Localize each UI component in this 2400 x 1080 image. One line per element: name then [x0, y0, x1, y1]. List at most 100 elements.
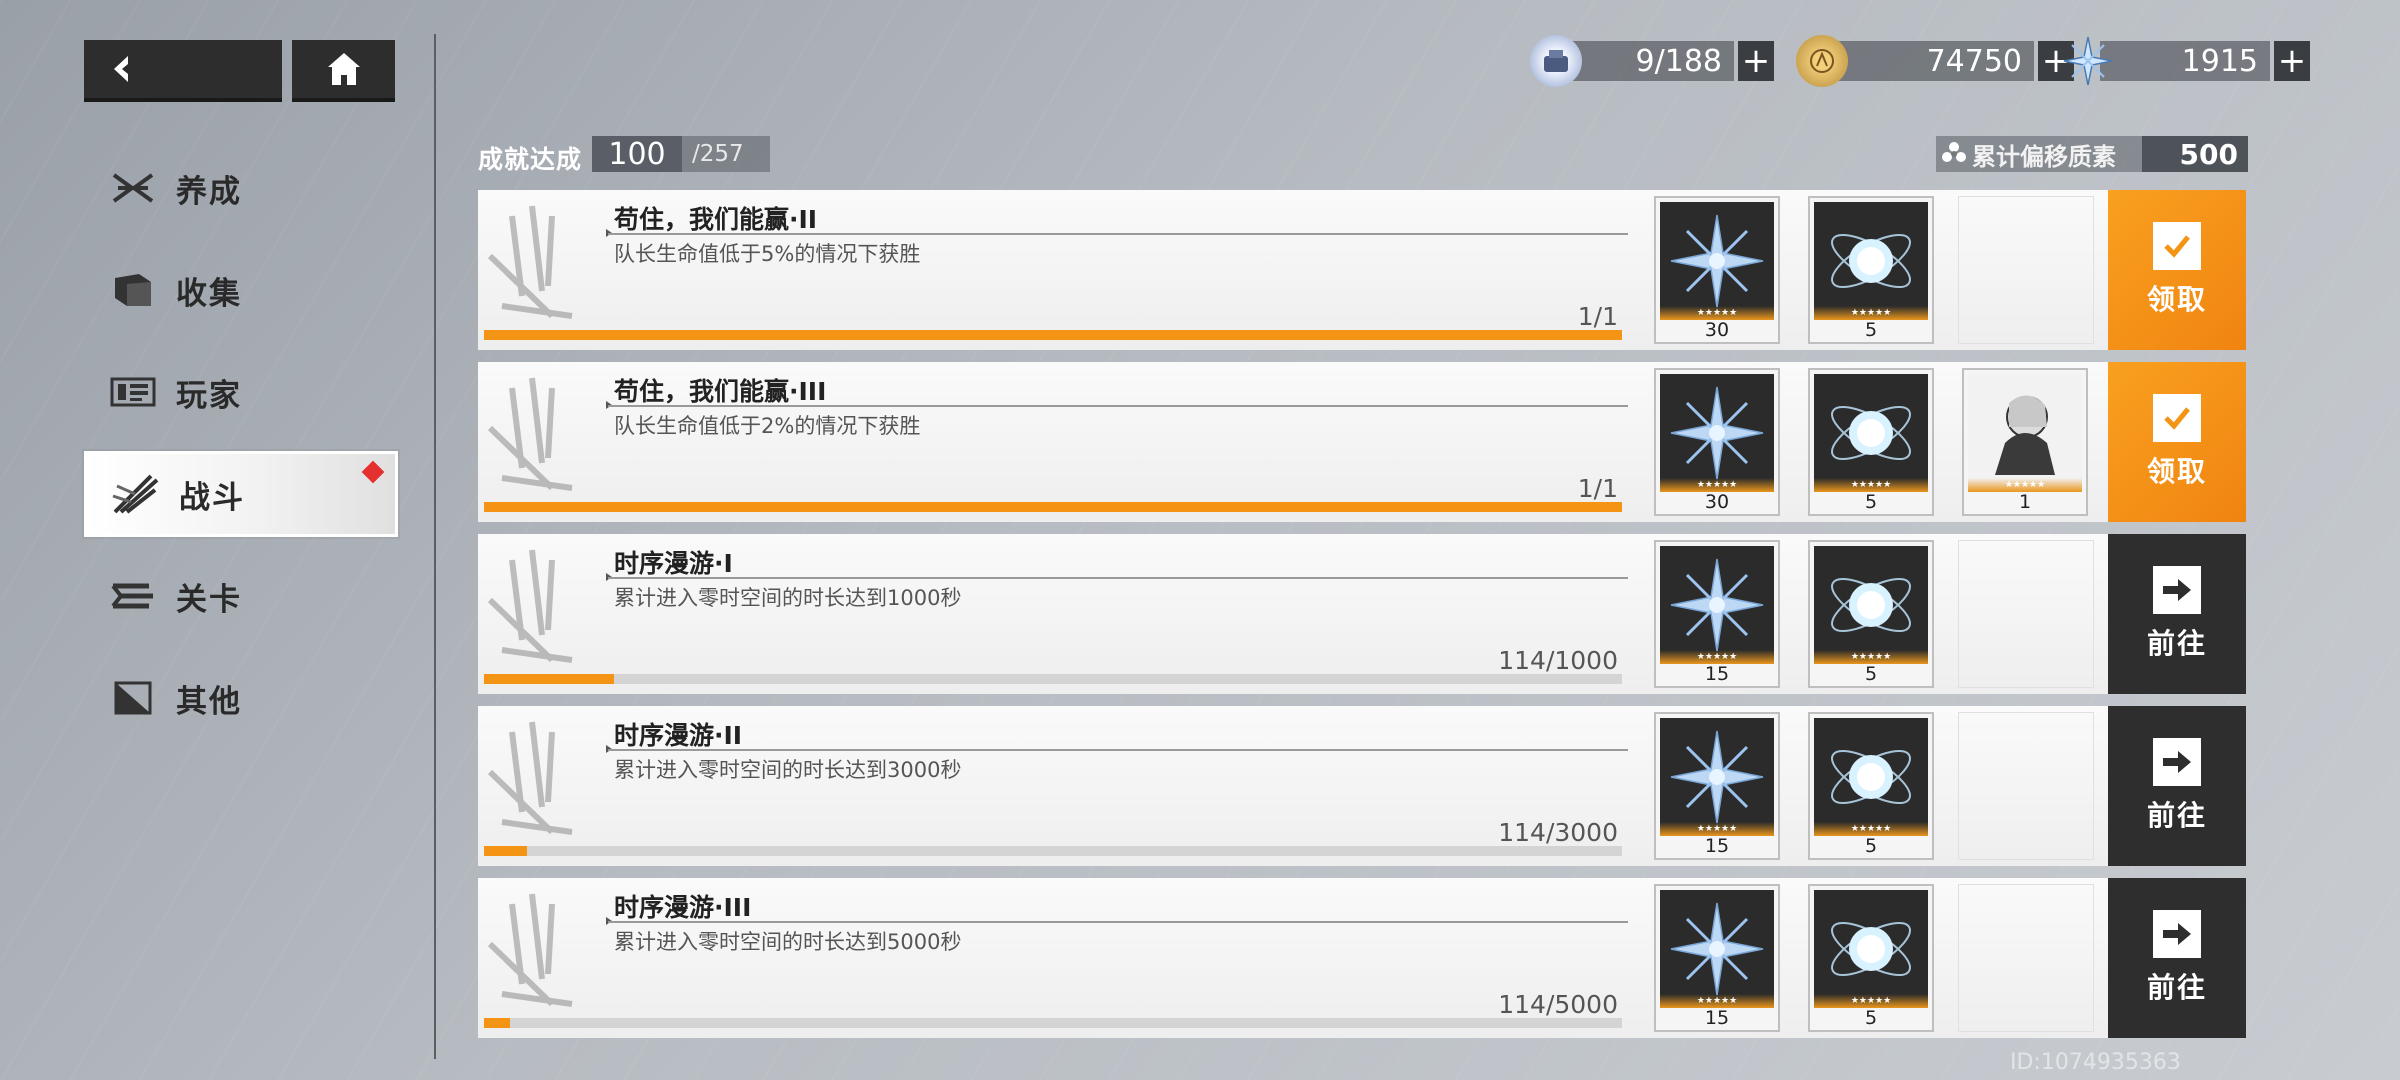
battle-icon [111, 473, 161, 515]
stamina-icon [1530, 35, 1582, 87]
achievement-emblem-icon [482, 368, 592, 508]
currency-coin: 74750 + [1796, 35, 2074, 87]
reward-item[interactable]: ★★★★★ 5 [1808, 712, 1934, 860]
progress-text: 1/1 [1577, 474, 1618, 503]
back-arrow-icon [114, 56, 128, 82]
reward-item[interactable]: ★★★★★ 15 [1654, 540, 1780, 688]
title-underline [608, 749, 1628, 751]
reward-quantity: 5 [1864, 663, 1878, 685]
achievement-row: 苟住，我们能赢·II 队长生命值低于5%的情况下获胜 1/1 ★★★★★ 30 ★★… [478, 190, 2246, 350]
achievement-description: 队长生命值低于2%的情况下获胜 [614, 414, 921, 438]
achievement-emblem-icon [482, 196, 592, 336]
home-button[interactable] [292, 40, 395, 102]
claim-button[interactable]: 领取 [2108, 362, 2246, 522]
coin-value: 74750 [1834, 41, 2034, 81]
achievement-title: 时序漫游·III [614, 893, 752, 922]
achievement-counter: 100 /257 [592, 136, 770, 172]
reward-item[interactable]: ★★★★★ 1 [1962, 368, 2088, 516]
notification-badge [361, 460, 385, 484]
reward-item[interactable]: ★★★★★ 15 [1654, 884, 1780, 1032]
add-crystal-button[interactable]: + [2274, 41, 2310, 81]
achievement-title: 时序漫游·I [614, 549, 733, 578]
go-button[interactable]: 前往 [2108, 706, 2246, 866]
achievement-row: 苟住，我们能赢·III 队长生命值低于2%的情况下获胜 1/1 ★★★★★ 30 ★… [478, 362, 2246, 522]
sidebar-item-label: 养成 [176, 173, 242, 210]
go-button[interactable]: 前往 [2108, 878, 2246, 1038]
reward-quantity: 30 [1704, 491, 1730, 513]
reward-quantity: 15 [1704, 663, 1730, 685]
currency-stamina: 9/188 + [1530, 35, 1774, 87]
reward-quantity: 15 [1704, 1007, 1730, 1029]
achievement-label: 成就达成 [478, 145, 583, 174]
coin-icon [1796, 35, 1848, 87]
progress-bar [484, 846, 1622, 856]
reward-slot-empty [1958, 540, 2094, 688]
title-underline [608, 577, 1628, 579]
sidebar-item-player[interactable]: 玩家 [84, 349, 398, 435]
achievement-description: 队长生命值低于5%的情况下获胜 [614, 242, 921, 266]
crystal-reward-icon [1660, 718, 1774, 836]
sidebar-item-label: 其他 [176, 683, 242, 720]
progress-fill [484, 674, 614, 684]
reward-item[interactable]: ★★★★★ 15 [1654, 712, 1780, 860]
crystal-icon [2062, 35, 2114, 87]
progress-text: 1/1 [1577, 302, 1618, 331]
accumulated-value: 500 [2142, 136, 2248, 172]
add-stamina-button[interactable]: + [1738, 41, 1774, 81]
achievement-row: 时序漫游·II 累计进入零时空间的时长达到3000秒 114/3000 ★★★★★ … [478, 706, 2246, 866]
sidebar: 养成 收集 玩家 战斗 关卡 其他 [84, 145, 398, 757]
arrow-right-icon [2153, 910, 2201, 958]
reward-slot-empty [1958, 712, 2094, 860]
achievement-total: /257 [692, 141, 744, 167]
reward-slot-empty [1958, 196, 2094, 344]
reward-item[interactable]: ★★★★★ 30 [1654, 368, 1780, 516]
accumulated-points: 累计偏移质素 500 [1936, 136, 2248, 172]
title-underline [608, 233, 1628, 235]
reward-item[interactable]: ★★★★★ 30 [1654, 196, 1780, 344]
reward-quantity: 5 [1864, 491, 1878, 513]
reward-quantity: 1 [2018, 491, 2032, 513]
reward-slot-empty [1958, 884, 2094, 1032]
go-button[interactable]: 前往 [2108, 534, 2246, 694]
sidebar-item-label: 玩家 [176, 377, 242, 414]
arrow-right-icon [2153, 738, 2201, 786]
progress-text: 114/1000 [1498, 646, 1618, 675]
character-reward-icon [1968, 374, 2082, 492]
develop-icon [108, 167, 158, 209]
sidebar-item-develop[interactable]: 养成 [84, 145, 398, 231]
player-icon [108, 371, 158, 413]
sidebar-item-collect[interactable]: 收集 [84, 247, 398, 333]
sidebar-divider [434, 34, 436, 1059]
crystal-reward-icon [1660, 202, 1774, 320]
sidebar-item-other[interactable]: 其他 [84, 655, 398, 741]
stamina-value: 9/188 [1568, 41, 1734, 81]
reward-item[interactable]: ★★★★★ 5 [1808, 196, 1934, 344]
check-icon [2153, 394, 2201, 442]
quality-icon [1938, 138, 1970, 170]
reward-quantity: 5 [1864, 319, 1878, 341]
crystal-value: 1915 [2100, 41, 2270, 81]
sidebar-item-label: 战斗 [179, 479, 245, 516]
collect-icon [108, 269, 158, 311]
reward-item[interactable]: ★★★★★ 5 [1808, 368, 1934, 516]
orb-reward-icon [1814, 546, 1928, 664]
reward-item[interactable]: ★★★★★ 5 [1808, 540, 1934, 688]
title-underline [608, 405, 1628, 407]
other-icon [108, 677, 158, 719]
achievement-title: 苟住，我们能赢·II [614, 205, 818, 234]
back-button[interactable] [84, 40, 282, 102]
arrow-right-icon [2153, 566, 2201, 614]
achievement-description: 累计进入零时空间的时长达到5000秒 [614, 930, 962, 954]
stage-icon [108, 575, 158, 617]
reward-quantity: 15 [1704, 835, 1730, 857]
action-label: 前往 [2146, 799, 2207, 832]
achievement-description: 累计进入零时空间的时长达到3000秒 [614, 758, 962, 782]
user-id: ID:1074935363 [2010, 1050, 2181, 1075]
sidebar-item-stage[interactable]: 关卡 [84, 553, 398, 639]
accumulated-label: 累计偏移质素 [1972, 142, 2116, 171]
achievement-title: 时序漫游·II [614, 721, 743, 750]
reward-item[interactable]: ★★★★★ 5 [1808, 884, 1934, 1032]
sidebar-item-battle[interactable]: 战斗 [84, 451, 398, 537]
claim-button[interactable]: 领取 [2108, 190, 2246, 350]
sidebar-item-label: 关卡 [176, 581, 242, 618]
